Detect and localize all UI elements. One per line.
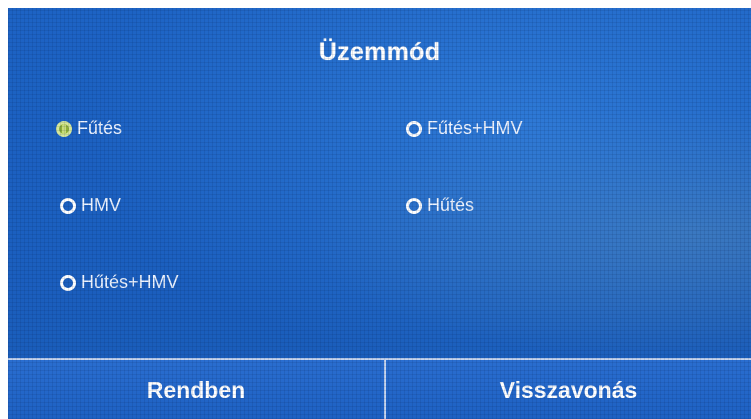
radio-unselected-icon[interactable] [60,274,76,291]
option-label: Fűtés [77,118,123,138]
option-futes[interactable]: Fűtés [56,118,122,139]
option-label: Hűtés+HMV [81,272,179,292]
mode-dialog: Üzemmód Fűtés Fűtés+HMV HMV Hűtés Hűtés+… [8,8,751,419]
option-label: HMV [81,195,121,215]
ok-button[interactable]: Rendben [8,360,386,419]
dialog-title: Üzemmód [318,38,441,66]
option-label: Fűtés+HMV [427,118,523,138]
option-futes-hmv[interactable]: Fűtés+HMV [406,118,523,139]
option-label: Hűtés [427,195,475,215]
radio-unselected-icon[interactable] [406,197,422,214]
radio-selected-icon[interactable] [56,120,72,137]
radio-unselected-icon[interactable] [60,197,76,214]
option-hmv[interactable]: HMV [60,195,121,216]
radio-unselected-icon[interactable] [406,120,422,137]
button-bar: Rendben Visszavonás [8,358,751,419]
cancel-button[interactable]: Visszavonás [386,360,751,419]
option-hutes[interactable]: Hűtés [406,195,474,216]
option-hutes-hmv[interactable]: Hűtés+HMV [60,272,179,293]
